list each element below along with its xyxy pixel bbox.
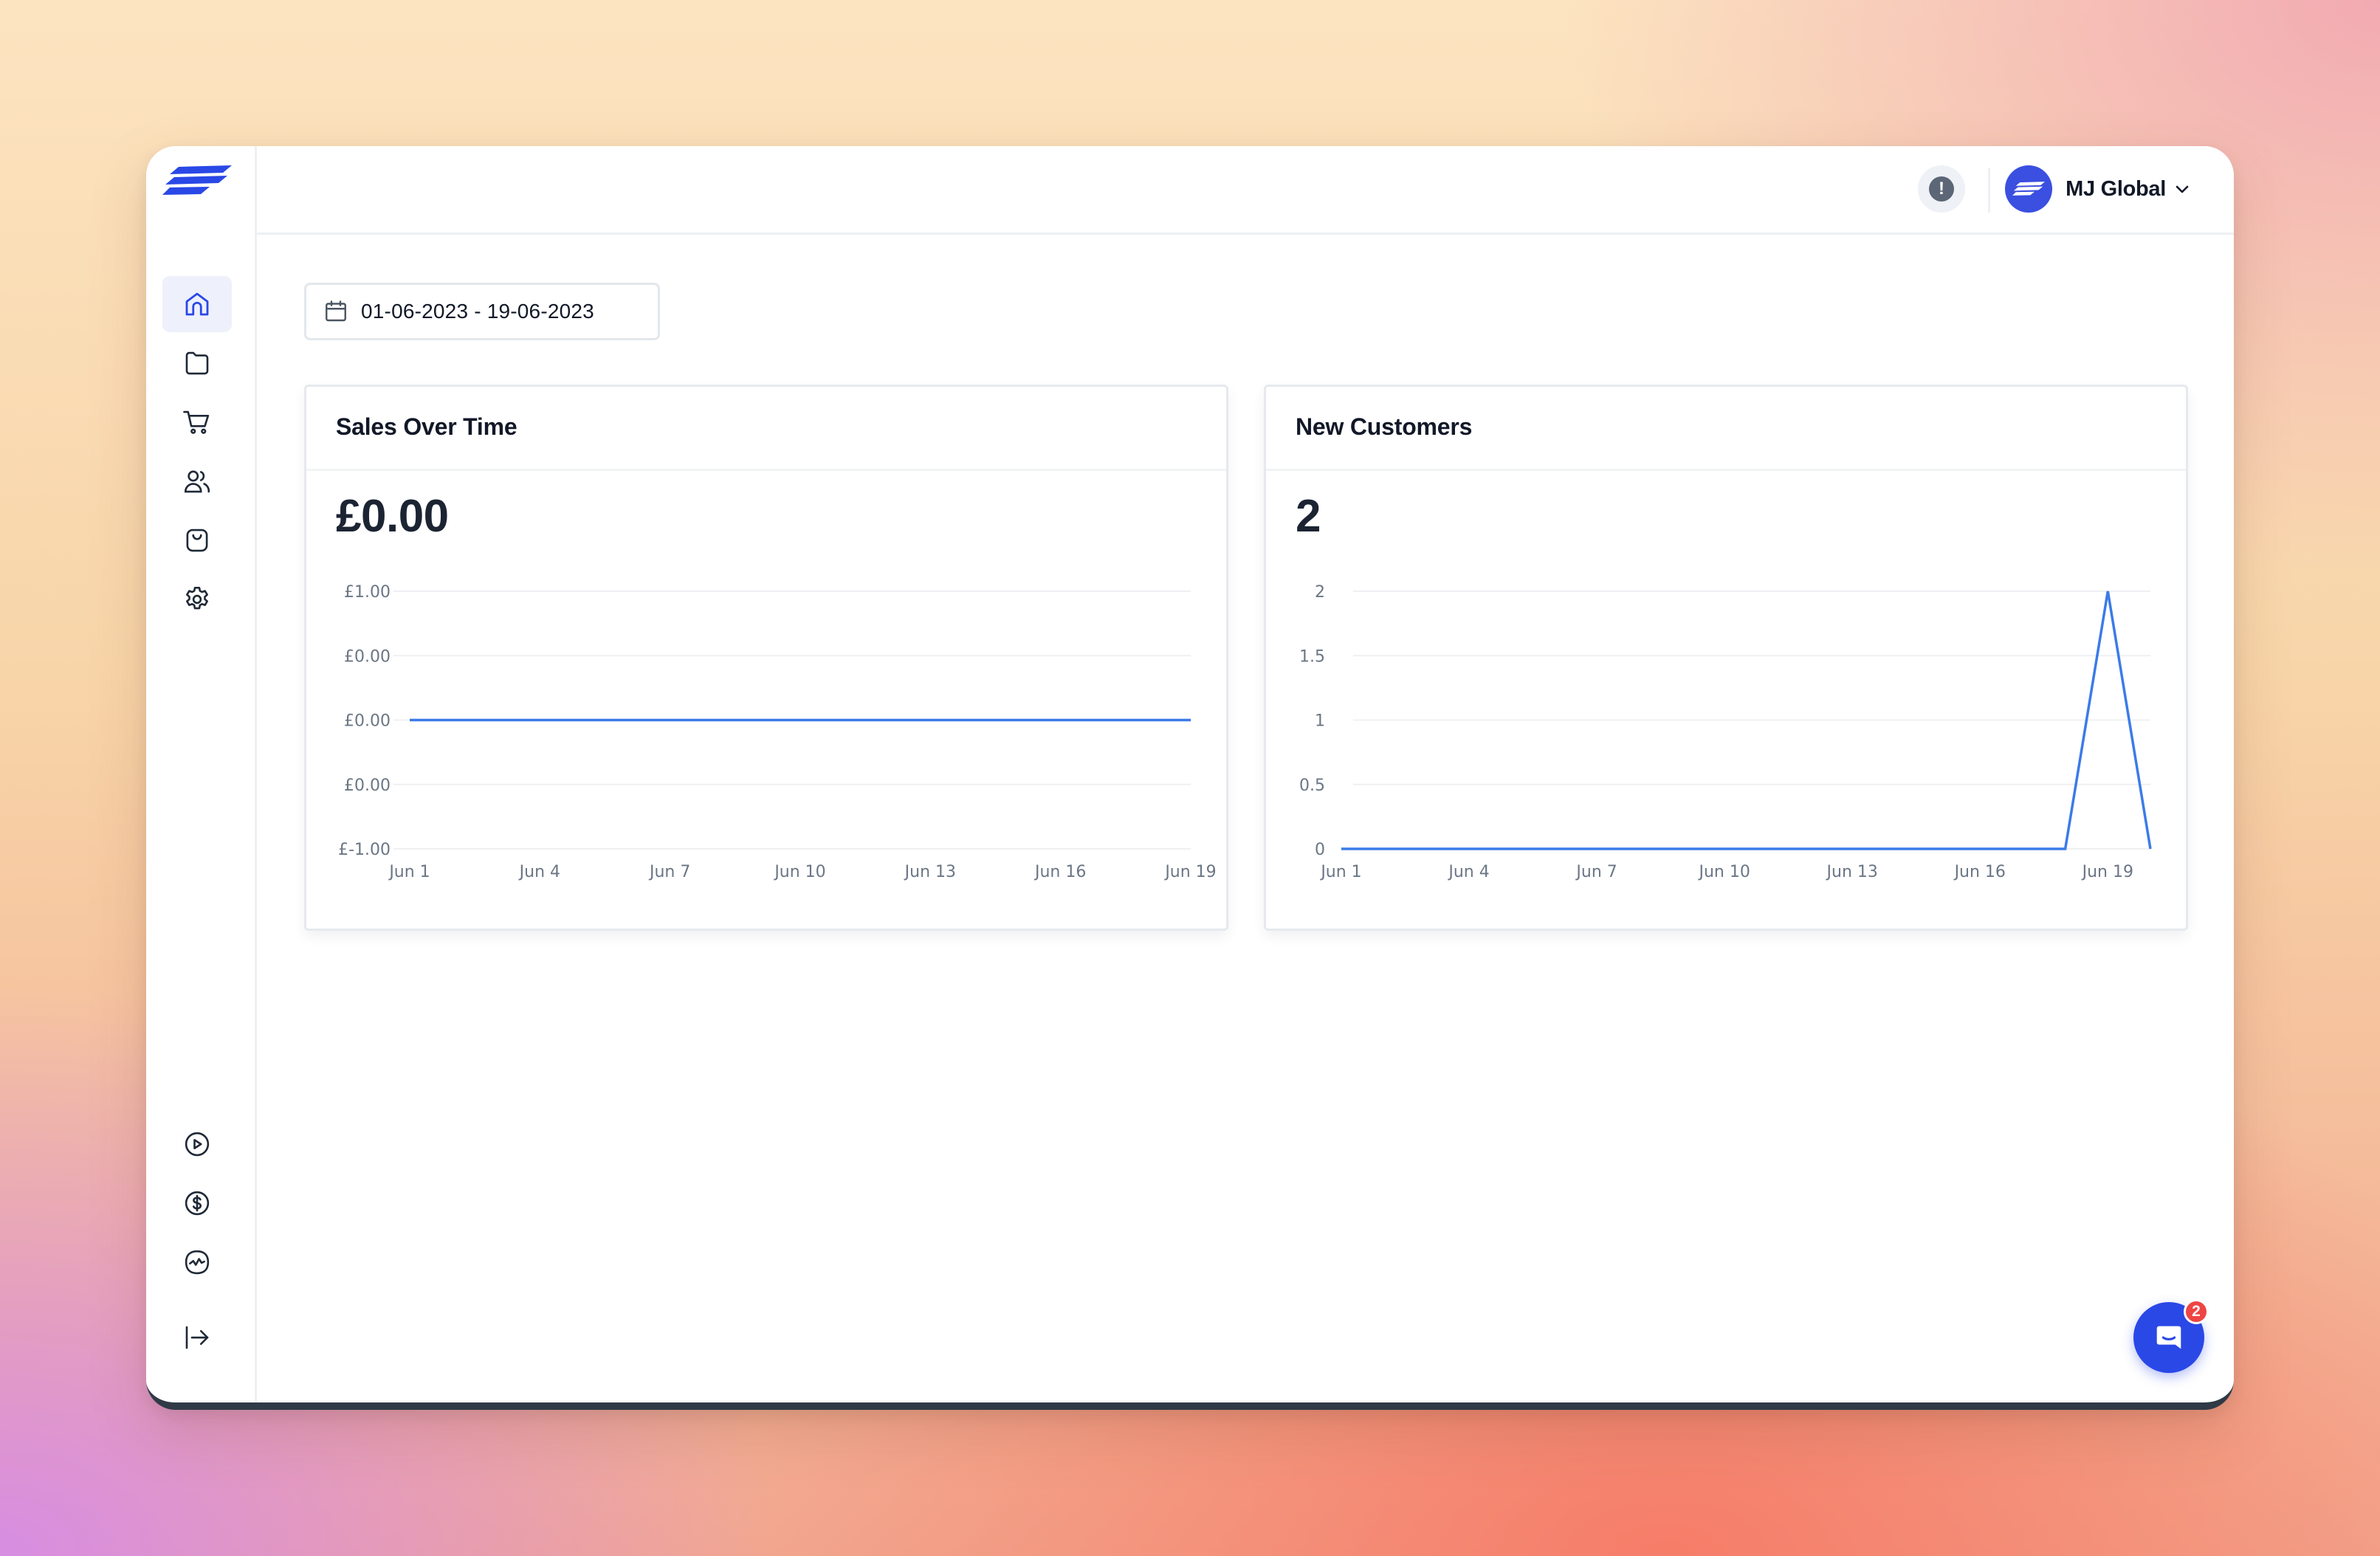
x-tick-label: Jun 7 — [1575, 863, 1617, 881]
x-tick-label: Jun 13 — [1826, 863, 1878, 881]
x-tick-label: Jun 10 — [1697, 863, 1750, 881]
cart-icon — [183, 410, 210, 434]
sales-over-time-card: Sales Over Time £0.00 £1.00 £0.00 £0.00 £0.… — [304, 385, 1228, 931]
date-range-picker[interactable]: 01-06-2023 - 19-06-2023 — [304, 283, 660, 340]
play-circle-icon — [185, 1132, 210, 1157]
y-tick-label: £0.00 — [344, 712, 391, 731]
new-customers-card: New Customers 2 2 1.5 1 0.5 0 Jun 1 Jun 4 Jun 7… — [1264, 385, 2188, 931]
card-header: New Customers — [1266, 387, 2186, 471]
alert-icon: ! — [1929, 176, 1954, 202]
y-tick-label: 1.5 — [1299, 647, 1325, 666]
sales-line-chart: £1.00 £0.00 £0.00 £0.00 £-1.00 Jun 1 Jun 4 Jun … — [338, 583, 1217, 881]
users-icon — [184, 470, 210, 493]
y-tick-label: £0.00 — [344, 647, 391, 666]
brand-logo[interactable] — [162, 162, 232, 199]
customers-total: 2 — [1296, 491, 1321, 542]
main-content: 01-06-2023 - 19-06-2023 Sales Over Time … — [257, 237, 2234, 1402]
card-header: Sales Over Time — [306, 387, 1226, 471]
x-tick-label: Jun 4 — [1447, 863, 1489, 881]
x-tick-label: Jun 19 — [2081, 863, 2133, 881]
notifications-button[interactable]: ! — [1918, 165, 1965, 213]
sidebar — [146, 146, 257, 1402]
chat-launcher-button[interactable]: 2 — [2133, 1299, 2209, 1373]
x-tick-label: Jun 1 — [1319, 863, 1361, 881]
avatar — [2005, 165, 2053, 213]
chevron-down-icon — [2176, 185, 2189, 193]
account-menu[interactable]: MJ Global — [2005, 164, 2191, 214]
x-tick-label: Jun 16 — [1033, 863, 1086, 881]
logout-icon — [185, 1326, 209, 1349]
sidebar-item-orders[interactable] — [162, 394, 232, 450]
x-tick-label: Jun 7 — [648, 863, 690, 881]
sidebar-item-settings[interactable] — [162, 571, 232, 627]
y-tick-label: 1 — [1315, 712, 1325, 731]
sidebar-item-customers[interactable] — [162, 453, 232, 509]
bag-icon — [186, 529, 208, 552]
x-tick-label: Jun 1 — [388, 863, 430, 881]
x-tick-label: Jun 10 — [773, 863, 825, 881]
y-tick-label: £1.00 — [344, 583, 391, 602]
account-name: MJ Global — [2066, 176, 2166, 201]
customers-line-chart: 2 1.5 1 0.5 0 Jun 1 Jun 4 Jun 7 Jun 10 Jun 13 Jun … — [1299, 583, 2152, 881]
sales-total: £0.00 — [336, 491, 449, 542]
card-title: Sales Over Time — [336, 413, 517, 440]
folder-icon — [185, 351, 209, 375]
activity-icon — [185, 1250, 210, 1275]
date-range-value: 01-06-2023 - 19-06-2023 — [361, 300, 594, 323]
y-tick-label: 2 — [1315, 583, 1325, 602]
x-tick-label: Jun 4 — [518, 863, 560, 881]
sidebar-item-home[interactable] — [162, 276, 232, 332]
x-tick-label: Jun 16 — [1953, 863, 2006, 881]
y-tick-label: £0.00 — [344, 777, 391, 795]
sidebar-item-products[interactable] — [162, 512, 232, 568]
app-window: ! MJ Global 01-06-2023 - 19-06-2023 Sale… — [146, 146, 2234, 1410]
gear-icon — [186, 586, 208, 610]
sidebar-item-billing[interactable] — [162, 1175, 232, 1231]
y-tick-label: £-1.00 — [338, 841, 391, 859]
home-icon — [185, 292, 209, 316]
x-tick-label: Jun 13 — [904, 863, 956, 881]
y-tick-label: 0.5 — [1299, 777, 1325, 795]
calendar-icon — [326, 300, 346, 322]
card-title: New Customers — [1296, 413, 1473, 440]
topbar-divider — [1988, 168, 1990, 213]
x-tick-label: Jun 19 — [1163, 863, 1216, 881]
sidebar-item-tutorials[interactable] — [162, 1116, 232, 1172]
chat-icon — [2156, 1326, 2181, 1349]
top-bar: ! MJ Global — [257, 146, 2234, 235]
y-tick-label: 0 — [1315, 841, 1325, 859]
unread-count-badge: 2 — [2184, 1299, 2209, 1324]
sidebar-item-activity[interactable] — [162, 1234, 232, 1290]
logout-button[interactable] — [162, 1309, 232, 1366]
dollar-circle-icon — [185, 1191, 210, 1216]
sidebar-item-files[interactable] — [162, 335, 232, 391]
